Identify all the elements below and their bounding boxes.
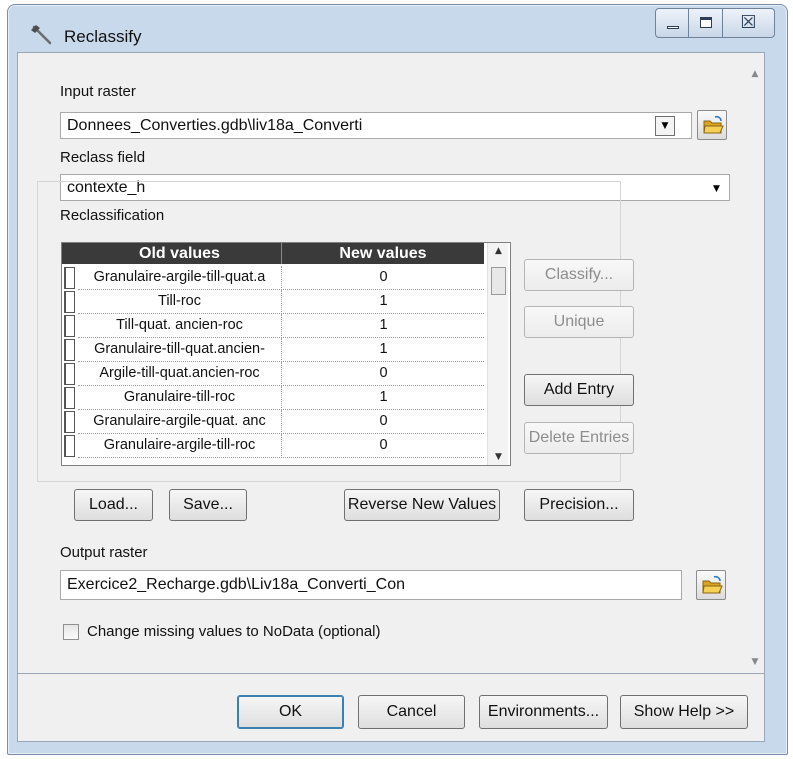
input-raster-dropdown-button[interactable]: ▼: [655, 116, 675, 136]
unique-button[interactable]: Unique: [524, 306, 634, 338]
scroll-down-icon[interactable]: ▼: [488, 449, 509, 465]
reclass-field-label: Reclass field: [60, 149, 146, 166]
scroll-up-icon[interactable]: ▲: [488, 243, 509, 259]
dialog-scroll-down-icon[interactable]: ▼: [748, 655, 762, 669]
old-value-cell[interactable]: Till-roc: [78, 290, 282, 314]
row-selector[interactable]: [64, 291, 75, 313]
title-bar[interactable]: Reclassify ☒: [8, 5, 787, 57]
window-title: Reclassify: [64, 27, 142, 46]
table-row[interactable]: Granulaire-till-roc 1: [62, 386, 484, 410]
new-value-cell[interactable]: 0: [283, 410, 484, 434]
show-help-button[interactable]: Show Help >>: [620, 695, 748, 729]
row-selector[interactable]: [64, 435, 75, 457]
input-raster-combo[interactable]: Donnees_Converties.gdb\liv18a_Converti: [60, 112, 692, 139]
new-value-cell[interactable]: 0: [283, 434, 484, 458]
window-controls: ☒: [655, 8, 775, 38]
dialog-scroll-up-icon[interactable]: ▲: [748, 67, 762, 81]
chevron-down-icon[interactable]: ▼: [713, 184, 720, 194]
new-value-cell[interactable]: 1: [283, 290, 484, 314]
scroll-thumb[interactable]: [491, 267, 506, 295]
cancel-button[interactable]: Cancel: [358, 695, 465, 729]
column-header-old-values[interactable]: Old values: [78, 243, 282, 264]
close-button[interactable]: ☒: [723, 8, 775, 38]
maximize-button[interactable]: [689, 8, 723, 38]
delete-entries-button[interactable]: Delete Entries: [524, 422, 634, 454]
ok-button[interactable]: OK: [237, 695, 344, 729]
table-row[interactable]: Till-roc 1: [62, 290, 484, 314]
new-value-cell[interactable]: 0: [283, 266, 484, 290]
minimize-button[interactable]: [655, 8, 689, 38]
row-selector[interactable]: [64, 315, 75, 337]
load-button[interactable]: Load...: [74, 489, 153, 521]
missing-to-nodata-checkbox[interactable]: [63, 624, 79, 640]
classify-button[interactable]: Classify...: [524, 259, 634, 291]
row-selector[interactable]: [64, 267, 75, 289]
row-selector[interactable]: [64, 363, 75, 385]
reclass-table[interactable]: Old values New values Granulaire-argile-…: [61, 242, 511, 466]
table-header: Old values New values: [62, 243, 484, 264]
precision-button[interactable]: Precision...: [524, 489, 634, 521]
old-value-cell[interactable]: Granulaire-till-roc: [78, 386, 282, 410]
environments-button[interactable]: Environments...: [479, 695, 608, 729]
hammer-icon: [31, 25, 52, 45]
new-value-cell[interactable]: 1: [283, 338, 484, 362]
table-row[interactable]: Granulaire-argile-till-roc 0: [62, 434, 484, 458]
table-row[interactable]: Granulaire-argile-quat. anc 0: [62, 410, 484, 434]
close-icon: ☒: [740, 12, 757, 33]
old-value-cell[interactable]: Argile-till-quat.ancien-roc: [78, 362, 282, 386]
missing-to-nodata-label[interactable]: Change missing values to NoData (optiona…: [87, 623, 381, 640]
old-value-cell[interactable]: Granulaire-argile-quat. anc: [78, 410, 282, 434]
table-row[interactable]: Granulaire-till-quat.ancien- 1: [62, 338, 484, 362]
new-value-cell[interactable]: 0: [283, 362, 484, 386]
output-raster-value: Exercice2_Recharge.gdb\Liv18a_Converti_C…: [67, 576, 405, 593]
save-button[interactable]: Save...: [169, 489, 247, 521]
open-folder-icon: [703, 115, 724, 134]
column-header-new-values[interactable]: New values: [282, 243, 484, 264]
output-raster-label: Output raster: [60, 544, 148, 561]
add-entry-button[interactable]: Add Entry: [524, 374, 634, 406]
table-row[interactable]: Till-quat. ancien-roc 1: [62, 314, 484, 338]
old-value-cell[interactable]: Granulaire-till-quat.ancien-: [78, 338, 282, 362]
old-value-cell[interactable]: Granulaire-argile-till-roc: [78, 434, 282, 458]
open-folder-icon: [702, 575, 723, 594]
input-raster-label: Input raster: [60, 83, 136, 100]
reverse-new-values-button[interactable]: Reverse New Values: [344, 489, 500, 521]
table-row[interactable]: Granulaire-argile-till-quat.a 0: [62, 266, 484, 290]
row-selector[interactable]: [64, 339, 75, 361]
row-selector[interactable]: [64, 387, 75, 409]
maximize-icon: [700, 17, 712, 28]
table-scrollbar[interactable]: ▲ ▼: [487, 243, 508, 465]
minimize-icon: [667, 26, 679, 29]
row-selector[interactable]: [64, 411, 75, 433]
output-raster-field[interactable]: Exercice2_Recharge.gdb\Liv18a_Converti_C…: [60, 570, 682, 600]
input-raster-browse-button[interactable]: [697, 110, 727, 140]
new-value-cell[interactable]: 1: [283, 386, 484, 410]
old-value-cell[interactable]: Granulaire-argile-till-quat.a: [78, 266, 282, 290]
table-row[interactable]: Argile-till-quat.ancien-roc 0: [62, 362, 484, 386]
input-raster-value: Donnees_Converties.gdb\liv18a_Converti: [67, 117, 363, 134]
chevron-down-icon: ▼: [661, 121, 669, 131]
old-value-cell[interactable]: Till-quat. ancien-roc: [78, 314, 282, 338]
output-raster-browse-button[interactable]: [696, 570, 726, 600]
new-value-cell[interactable]: 1: [283, 314, 484, 338]
